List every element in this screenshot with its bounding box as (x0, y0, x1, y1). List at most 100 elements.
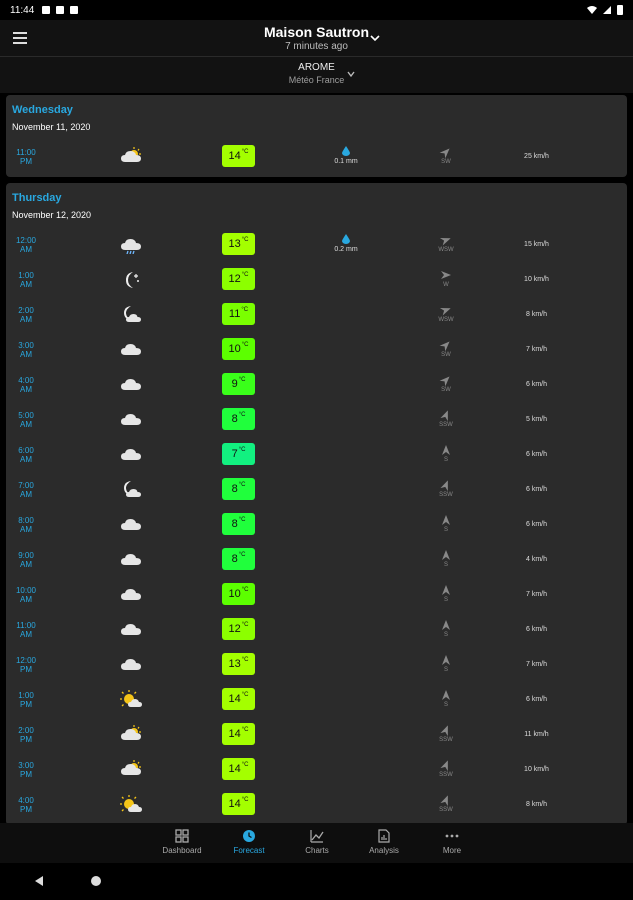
day-title: Wednesday (12, 104, 73, 116)
nav-label: Charts (305, 846, 329, 855)
forecast-time: 6:00 AM (18, 446, 34, 464)
temperature-unit: °C (241, 797, 249, 803)
system-navigation (0, 863, 633, 900)
wind-speed: 7 km/h (525, 591, 547, 598)
wind-speed: 6 km/h (525, 626, 547, 633)
temperature-value: 8 (231, 553, 238, 565)
forecast-time: 7:00 AM (18, 481, 34, 499)
nav-forecast[interactable]: Forecast (219, 829, 279, 855)
cloud-sun-icon (121, 760, 141, 775)
temperature-badge: 9 °C (222, 373, 255, 395)
nav-label: Forecast (233, 846, 265, 855)
wind-direction: S (434, 584, 458, 603)
temperature-unit: °C (238, 412, 246, 418)
wind-speed: 6 km/h (525, 381, 547, 388)
wind-arrow-icon (439, 148, 450, 159)
forecast-row[interactable]: 3:00 AM 10 °C SW 7 km/h (6, 333, 627, 368)
forecast-row[interactable]: 2:00 AM 11 °C WSW 8 km/h (6, 298, 627, 333)
forecast-row[interactable]: 8:00 AM 8 °C S 6 km/h (6, 508, 627, 543)
wind-arrow-icon (439, 237, 451, 246)
nav-more[interactable]: More (422, 829, 482, 855)
wind-speed: 6 km/h (525, 486, 547, 493)
forecast-row[interactable]: 4:00 AM 9 °C SW 6 km/h (6, 368, 627, 403)
forecast-row[interactable]: 2:00 PM 14 °C SSW 11 km/h (6, 718, 627, 753)
cloud-icon (121, 659, 141, 670)
forecast-row[interactable]: 7:00 AM 8 °C SSW 6 km/h (6, 473, 627, 508)
wind-direction: S (434, 444, 458, 463)
model-selector[interactable]: AROME Météo France (0, 57, 633, 93)
forecast-list[interactable]: Wednesday November 11, 2020 11:00 PM 14 °C 0.1… (0, 93, 633, 823)
chevron-down-icon[interactable] (369, 32, 381, 44)
sun-cloud-icon (120, 795, 142, 812)
forecast-row[interactable]: 1:00 AM 12 °C W 10 km/h (6, 263, 627, 298)
nav-dashboard[interactable]: Dashboard (152, 829, 212, 855)
wind-direction-label: SSW (439, 422, 453, 428)
wind-direction: WSW (434, 304, 458, 323)
day-title: Thursday (12, 192, 62, 204)
forecast-row[interactable]: 1:00 PM 14 °C S 6 km/h (6, 683, 627, 718)
nav-label: More (442, 846, 462, 855)
model-source: Météo France (288, 75, 345, 85)
temperature-badge: 14 °C (222, 793, 255, 815)
temperature-unit: °C (238, 482, 246, 488)
wind-arrow-icon (442, 515, 450, 525)
cloud-icon (121, 414, 141, 425)
forecast-time: 12:00 AM (15, 236, 37, 254)
forecast-row[interactable]: 4:00 PM 14 °C SSW 8 km/h (6, 788, 627, 823)
temperature-value: 13 (228, 658, 241, 670)
forecast-row[interactable]: 6:00 AM 7 °C S 6 km/h (6, 438, 627, 473)
battery-icon (617, 5, 623, 15)
temperature-unit: °C (241, 237, 249, 243)
forecast-row[interactable]: 5:00 AM 8 °C SSW 5 km/h (6, 403, 627, 438)
forecast-row[interactable]: 9:00 AM 8 °C S 4 km/h (6, 543, 627, 578)
wind-arrow-icon (440, 410, 448, 422)
wind-speed: 7 km/h (525, 661, 547, 668)
wind-direction: SSW (434, 759, 458, 778)
wind-direction: W (434, 269, 458, 288)
precipitation: 0.2 mm (326, 234, 366, 253)
forecast-row[interactable]: 11:00 AM 12 °C S 6 km/h (6, 613, 627, 648)
forecast-row[interactable]: 10:00 AM 10 °C S 7 km/h (6, 578, 627, 613)
wind-direction-label: SSW (439, 807, 453, 813)
temperature-value: 14 (228, 150, 241, 162)
forecast-row[interactable]: 12:00 PM 13 °C S 7 km/h (6, 648, 627, 683)
home-icon[interactable] (91, 876, 101, 886)
wind-direction-label: WSW (438, 247, 454, 253)
wind-direction-label: S (443, 457, 448, 463)
temperature-badge: 12 °C (222, 618, 255, 640)
status-time: 11:44 (10, 4, 35, 16)
chart-icon (310, 830, 324, 843)
more-icon (445, 834, 459, 838)
wind-arrow-icon (439, 376, 450, 387)
temperature-value: 10 (228, 588, 241, 600)
nav-charts[interactable]: Charts (287, 829, 347, 855)
temperature-value: 11 (228, 308, 241, 320)
wind-arrow-icon (442, 550, 450, 560)
forecast-row[interactable]: 3:00 PM 14 °C SSW 10 km/h (6, 753, 627, 788)
back-icon[interactable] (33, 875, 45, 887)
wind-direction: SSW (434, 794, 458, 813)
temperature-unit: °C (241, 342, 249, 348)
wind-arrow-icon (440, 480, 448, 492)
temperature-value: 14 (228, 798, 241, 810)
nav-analysis[interactable]: Analysis (354, 829, 414, 855)
chevron-down-icon[interactable] (346, 69, 356, 79)
forecast-row[interactable]: 12:00 AM 13 °C 0.2 mm WSW 15 km/h (6, 228, 627, 263)
rain-drop-icon (342, 146, 350, 156)
wind-arrow-icon (442, 690, 450, 700)
cloud-icon (121, 519, 141, 530)
wind-speed: 8 km/h (525, 311, 547, 318)
wind-speed: 7 km/h (525, 346, 547, 353)
nav-label: Analysis (369, 846, 399, 855)
cloud-rain-icon (121, 239, 141, 254)
location-title[interactable]: Maison Sautron (0, 24, 633, 40)
wind-arrow-icon (442, 585, 450, 595)
temperature-value: 14 (228, 693, 241, 705)
forecast-row[interactable]: 11:00 PM 14 °C 0.1 mm SW 25 km/h (6, 140, 627, 175)
temperature-badge: 14 °C (222, 723, 255, 745)
wind-speed: 6 km/h (525, 696, 547, 703)
precipitation: 0.1 mm (326, 146, 366, 165)
temperature-badge: 14 °C (222, 688, 255, 710)
wind-direction-label: SSW (439, 737, 453, 743)
temperature-badge: 11 °C (222, 303, 255, 325)
